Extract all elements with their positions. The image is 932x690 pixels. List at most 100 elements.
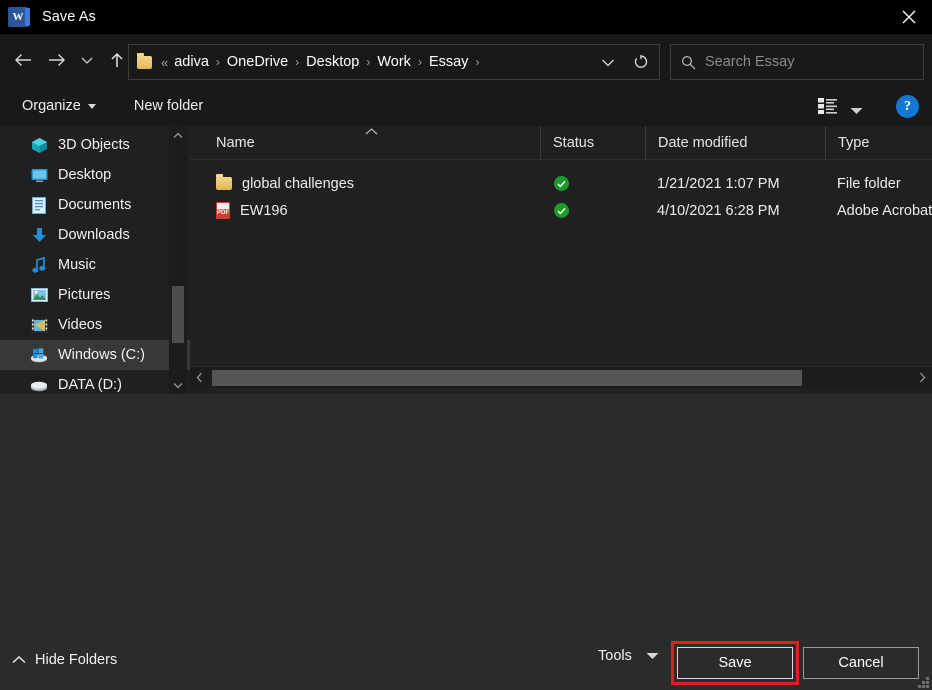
videos-icon: [30, 317, 48, 334]
breadcrumb-item-essay[interactable]: Essay: [427, 52, 471, 72]
breadcrumb: « adiva › OneDrive › Desktop › Work › Es…: [157, 52, 593, 72]
sidebar-label: Pictures: [58, 287, 110, 303]
view-dropdown-icon[interactable]: [850, 102, 863, 120]
breadcrumb-item-adiva[interactable]: adiva: [172, 52, 211, 72]
status-cell: [540, 197, 645, 224]
folder-icon: [216, 177, 232, 190]
explorer-body: 3D Objects Desktop Documents Downloads: [0, 126, 932, 394]
close-icon[interactable]: [886, 0, 932, 34]
sidebar-item-downloads[interactable]: Downloads: [0, 220, 190, 250]
table-row[interactable]: global challenges 1/21/2021 1:07 PM File…: [190, 170, 932, 197]
synced-icon: [554, 203, 569, 218]
title-bar: W Save As: [0, 0, 932, 34]
chevron-down-icon[interactable]: [169, 376, 187, 394]
recent-locations-button[interactable]: [74, 41, 100, 79]
search-box[interactable]: Search Essay: [670, 44, 924, 80]
column-header-date-modified[interactable]: Date modified: [645, 126, 825, 160]
file-list-pane: Name Status Date modified Type gl: [190, 126, 932, 394]
file-list-header: Name Status Date modified Type: [190, 126, 932, 160]
music-icon: [30, 257, 48, 274]
sidebar-item-videos[interactable]: Videos: [0, 310, 190, 340]
drive-icon: [30, 377, 48, 394]
status-cell: [540, 170, 645, 197]
chevron-down-icon: [88, 104, 96, 109]
navigation-pane: 3D Objects Desktop Documents Downloads: [0, 126, 190, 394]
column-header-status[interactable]: Status: [540, 126, 645, 160]
save-as-dialog: W Save As « adiva › OneDrive › Desktop: [0, 0, 932, 690]
cancel-button[interactable]: Cancel: [803, 647, 919, 679]
type-cell: File folder: [825, 170, 932, 197]
chevron-up-icon[interactable]: [169, 126, 187, 144]
column-label: Date modified: [658, 135, 747, 151]
sidebar-label: Downloads: [58, 227, 130, 243]
breadcrumb-item-work[interactable]: Work: [375, 52, 413, 72]
chevron-down-icon: [646, 648, 659, 664]
sidebar-item-music[interactable]: Music: [0, 250, 190, 280]
chevron-left-icon[interactable]: [190, 367, 209, 388]
file-name-label: global challenges: [242, 176, 354, 192]
back-button[interactable]: [6, 41, 40, 79]
documents-icon: [30, 197, 48, 214]
address-dropdown-icon[interactable]: [593, 58, 623, 67]
sidebar-item-data-d[interactable]: DATA (D:): [0, 370, 190, 394]
tools-label: Tools: [598, 648, 632, 664]
column-label: Name: [216, 135, 255, 151]
command-bar: Organize New folder ?: [0, 86, 932, 126]
sidebar-label: Desktop: [58, 167, 111, 183]
organize-label: Organize: [22, 98, 81, 114]
column-label: Status: [553, 135, 594, 151]
tools-button[interactable]: Tools: [598, 648, 659, 664]
sidebar-item-pictures[interactable]: Pictures: [0, 280, 190, 310]
breadcrumb-item-desktop[interactable]: Desktop: [304, 52, 361, 72]
sidebar-label: Videos: [58, 317, 102, 333]
navigation-pane-scrollbar[interactable]: [169, 126, 187, 394]
hide-folders-label: Hide Folders: [35, 652, 117, 668]
pdf-file-icon: PDF: [216, 202, 230, 219]
sidebar-label: Documents: [58, 197, 131, 213]
refresh-icon[interactable]: [623, 45, 659, 79]
new-folder-label: New folder: [134, 98, 203, 114]
save-button[interactable]: Save: [677, 647, 793, 679]
organize-button[interactable]: Organize: [14, 93, 104, 119]
file-name-cell: PDF EW196: [190, 197, 540, 224]
chevron-right-icon: ›: [211, 55, 225, 69]
table-row[interactable]: PDF EW196 4/10/2021 6:28 PM Adobe Acroba…: [190, 197, 932, 224]
resize-grip-icon[interactable]: [915, 674, 929, 688]
forward-button[interactable]: [40, 41, 74, 79]
scrollbar-thumb[interactable]: [172, 286, 184, 343]
word-icon-letter: W: [13, 12, 24, 23]
file-list-horizontal-scrollbar[interactable]: [190, 366, 932, 388]
date-modified-cell: 1/21/2021 1:07 PM: [645, 170, 825, 197]
pictures-icon: [30, 287, 48, 304]
downloads-icon: [30, 227, 48, 244]
file-name-cell: global challenges: [190, 170, 540, 197]
help-button[interactable]: ?: [896, 95, 919, 118]
search-icon: [681, 55, 696, 70]
file-name-label: EW196: [240, 203, 288, 219]
drive-windows-icon: [30, 347, 48, 364]
sidebar-label: Music: [58, 257, 96, 273]
sidebar-item-desktop[interactable]: Desktop: [0, 160, 190, 190]
sidebar-item-documents[interactable]: Documents: [0, 190, 190, 220]
hide-folders-button[interactable]: Hide Folders: [12, 652, 117, 668]
column-label: Type: [838, 135, 869, 151]
scrollbar-thumb[interactable]: [212, 370, 802, 386]
chevron-right-icon: ›: [361, 55, 375, 69]
chevron-up-icon: [12, 652, 26, 668]
breadcrumb-overflow-icon[interactable]: «: [157, 55, 172, 70]
chevron-right-icon[interactable]: [913, 367, 932, 388]
search-input[interactable]: Search Essay: [705, 54, 794, 70]
sort-ascending-icon: [365, 127, 378, 138]
sidebar-label: 3D Objects: [58, 137, 130, 153]
chevron-right-icon[interactable]: ›: [470, 55, 484, 69]
new-folder-button[interactable]: New folder: [126, 93, 211, 119]
sidebar-item-3d-objects[interactable]: 3D Objects: [0, 130, 190, 160]
synced-icon: [554, 176, 569, 191]
window-title: Save As: [42, 9, 96, 25]
breadcrumb-item-onedrive[interactable]: OneDrive: [225, 52, 290, 72]
view-layout-icon[interactable]: [818, 97, 838, 115]
column-header-type[interactable]: Type: [825, 126, 932, 160]
chevron-right-icon: ›: [290, 55, 304, 69]
sidebar-item-windows-c[interactable]: Windows (C:): [0, 340, 190, 370]
address-bar[interactable]: « adiva › OneDrive › Desktop › Work › Es…: [128, 44, 660, 80]
